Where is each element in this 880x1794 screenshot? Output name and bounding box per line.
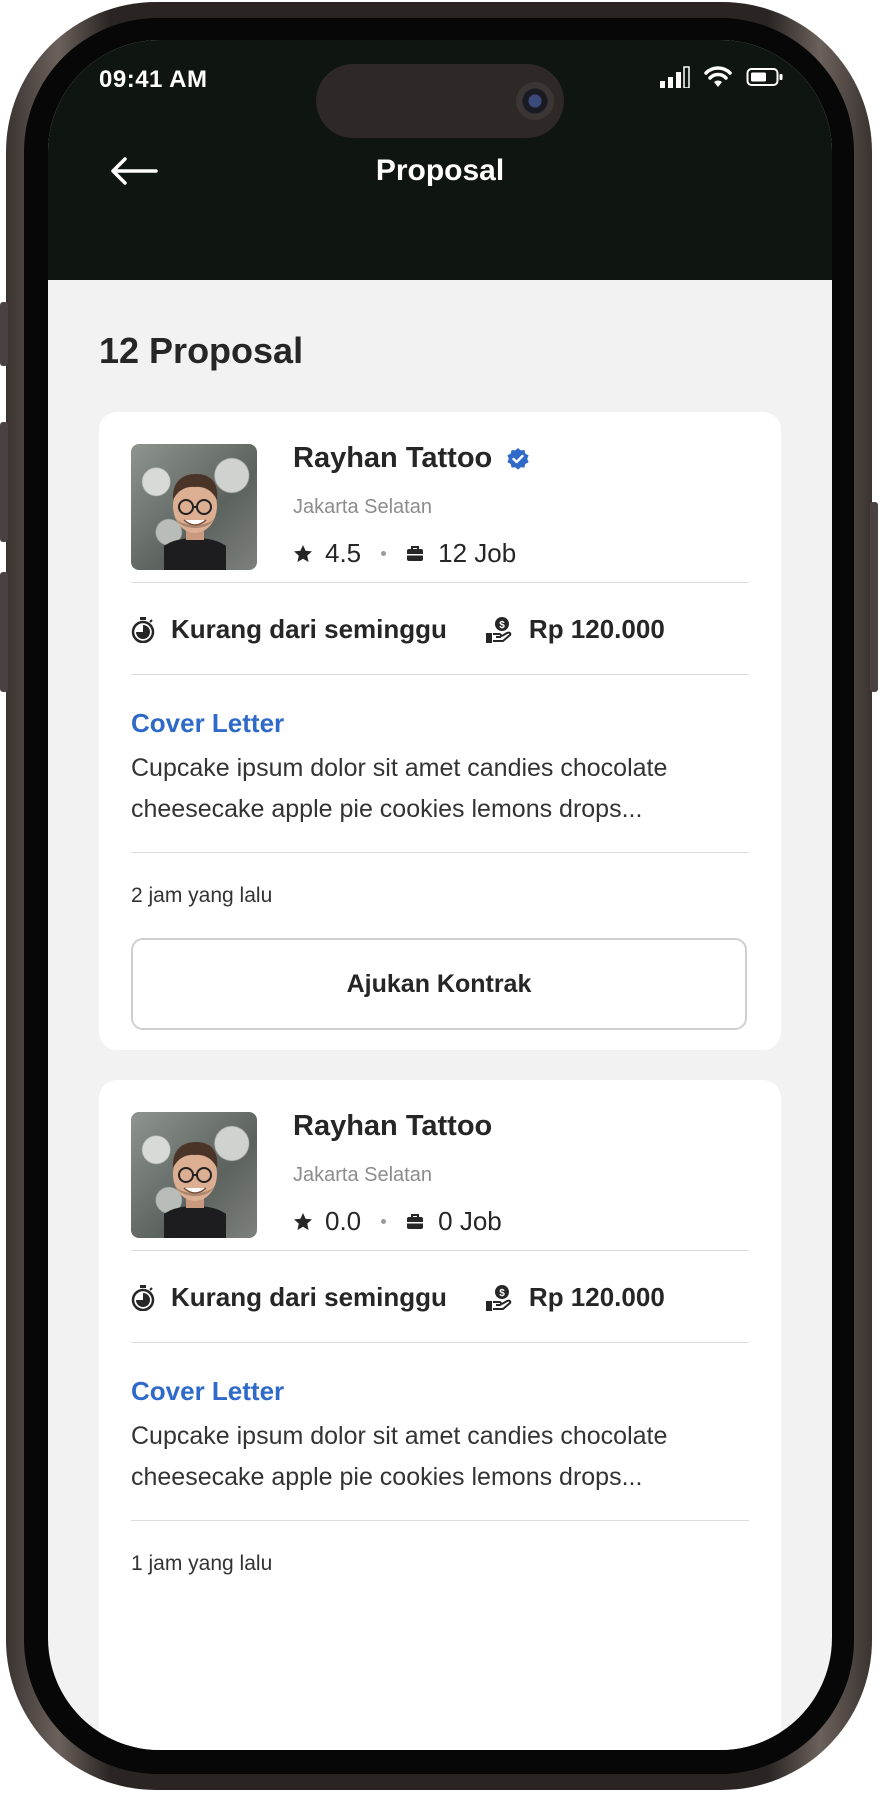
proposal-count-title: 12 Proposal bbox=[99, 330, 304, 371]
freelancer-name[interactable]: Rayhan Tattoo bbox=[293, 442, 492, 475]
app-header: 09:41 AM Proposal bbox=[48, 40, 832, 280]
freelancer-location: Jakarta Selatan bbox=[293, 496, 432, 518]
cover-letter-label: Cover Letter bbox=[131, 1376, 285, 1406]
dynamic-island bbox=[316, 64, 564, 138]
camera-icon bbox=[516, 82, 554, 120]
divider bbox=[131, 1342, 749, 1343]
separator-dot bbox=[381, 1219, 387, 1224]
rating-value: 0.0 bbox=[325, 1206, 362, 1236]
freelancer-name-row: Rayhan Tattoo bbox=[293, 1110, 492, 1143]
avatar bbox=[131, 1112, 257, 1238]
money-hand-icon: $ bbox=[485, 1284, 512, 1311]
star-icon bbox=[294, 544, 312, 562]
job-count: 0 Job bbox=[438, 1206, 502, 1236]
proposal-card[interactable]: Rayhan Tattoo Jakarta Selatan 0.0 0 Job bbox=[99, 1080, 781, 1750]
briefcase-icon bbox=[407, 545, 424, 561]
svg-text:$: $ bbox=[499, 620, 505, 631]
cover-letter-text: Cupcake ipsum dolor sit amet candies cho… bbox=[131, 754, 668, 823]
status-time: 09:41 AM bbox=[99, 66, 208, 93]
star-icon bbox=[294, 1212, 312, 1230]
separator-dot bbox=[381, 551, 387, 556]
time-ago: 2 jam yang lalu bbox=[131, 884, 273, 907]
mute-switch bbox=[0, 302, 8, 366]
duration-text: Kurang dari seminggu bbox=[171, 614, 447, 644]
price-text: Rp 120.000 bbox=[528, 1282, 665, 1312]
rating-value: 4.5 bbox=[325, 538, 362, 568]
divider bbox=[131, 1520, 749, 1521]
proposal-card[interactable]: Rayhan Tattoo Jakarta Selatan 4.5 12 Job bbox=[99, 412, 781, 1050]
status-icons bbox=[660, 66, 784, 88]
stopwatch-icon bbox=[131, 616, 155, 643]
freelancer-name[interactable]: Rayhan Tattoo bbox=[293, 1110, 492, 1143]
divider bbox=[131, 1250, 749, 1251]
cover-letter-text: Cupcake ipsum dolor sit amet candies cho… bbox=[131, 1422, 668, 1491]
app-screen: 09:41 AM Proposal 12 Proposal Rayhan Tat… bbox=[48, 40, 832, 1750]
price-text: Rp 120.000 bbox=[528, 614, 665, 644]
divider bbox=[131, 674, 749, 675]
proposal-terms: Kurang dari seminggu $ Rp 120.000 bbox=[131, 614, 665, 645]
freelancer-name-row: Rayhan Tattoo bbox=[293, 442, 530, 475]
freelancer-stats: 4.5 12 Job bbox=[293, 538, 516, 569]
time-ago: 1 jam yang lalu bbox=[131, 1552, 273, 1575]
stopwatch-icon bbox=[131, 1284, 155, 1311]
volume-up-button bbox=[0, 422, 8, 542]
propose-contract-button[interactable]: Ajukan Kontrak bbox=[131, 938, 747, 1030]
page-title: Proposal bbox=[375, 154, 505, 187]
divider bbox=[131, 582, 749, 583]
money-hand-icon: $ bbox=[485, 616, 512, 643]
signal-icon bbox=[660, 66, 690, 88]
power-button bbox=[870, 502, 878, 692]
briefcase-icon bbox=[407, 1213, 424, 1229]
avatar bbox=[131, 444, 257, 570]
proposal-terms: Kurang dari seminggu $ Rp 120.000 bbox=[131, 1282, 665, 1313]
duration-text: Kurang dari seminggu bbox=[171, 1282, 447, 1312]
divider bbox=[131, 852, 749, 853]
verified-badge-icon bbox=[507, 447, 529, 470]
wifi-icon bbox=[704, 66, 732, 87]
freelancer-stats: 0.0 0 Job bbox=[293, 1206, 502, 1237]
battery-icon bbox=[746, 68, 783, 86]
cover-letter-label: Cover Letter bbox=[131, 708, 285, 738]
svg-text:$: $ bbox=[499, 1288, 505, 1299]
freelancer-location: Jakarta Selatan bbox=[293, 1164, 432, 1186]
volume-down-button bbox=[0, 572, 8, 692]
job-count: 12 Job bbox=[438, 538, 517, 568]
